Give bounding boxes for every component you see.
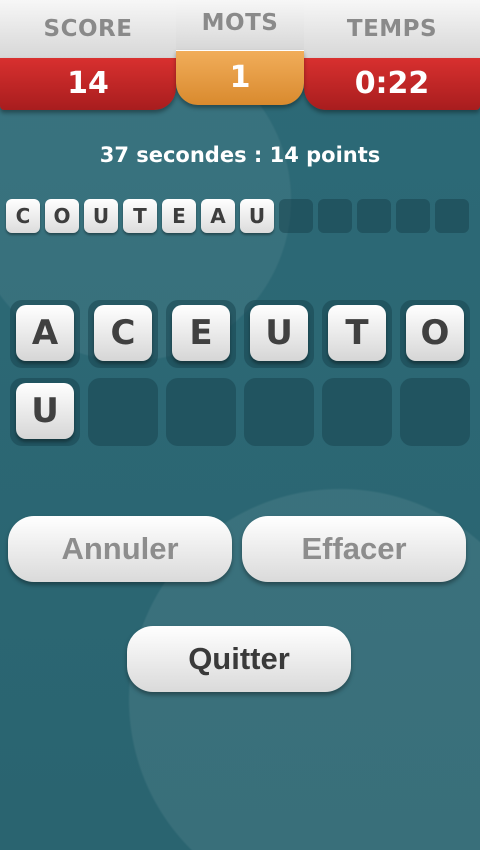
letter-slot-empty (166, 378, 236, 446)
letter-slot[interactable]: A (10, 300, 80, 368)
letter-tile[interactable]: A (16, 305, 74, 361)
quit-button[interactable]: Quitter (127, 626, 351, 692)
letter-slot-empty (244, 378, 314, 446)
status-text: 37 secondes : 14 points (99, 143, 381, 167)
word-letter: O (45, 199, 79, 233)
letter-slot-empty (400, 378, 470, 446)
word-slot-empty (357, 199, 391, 233)
word-letter: E (162, 199, 196, 233)
letter-tile[interactable]: C (94, 305, 152, 361)
letter-slot[interactable]: C (88, 300, 158, 368)
letter-tile[interactable]: O (406, 305, 464, 361)
letter-slot[interactable]: O (400, 300, 470, 368)
word-letter: C (6, 199, 40, 233)
letter-slot[interactable]: T (322, 300, 392, 368)
score-value: 14 (0, 58, 176, 110)
letter-slot-empty (88, 378, 158, 446)
letter-tile[interactable]: U (250, 305, 308, 361)
score-panel: SCORE 14 (0, 0, 176, 112)
words-value: 1 (176, 50, 304, 105)
letter-slot[interactable]: E (166, 300, 236, 368)
time-value: 0:22 (304, 58, 480, 110)
time-panel: TEMPS 0:22 (304, 0, 480, 112)
cancel-button[interactable]: Annuler (8, 516, 232, 582)
word-letter: T (123, 199, 157, 233)
letter-slot[interactable]: U (244, 300, 314, 368)
letter-tile[interactable]: U (16, 383, 74, 439)
letter-slot[interactable]: U (10, 378, 80, 446)
word-letter: A (201, 199, 235, 233)
words-panel: MOTS 1 (176, 0, 304, 105)
word-slot-empty (396, 199, 430, 233)
words-label: MOTS (176, 0, 304, 50)
word-slot-empty (279, 199, 313, 233)
score-label: SCORE (0, 0, 176, 58)
letter-tile[interactable]: T (328, 305, 386, 361)
word-slot-empty (318, 199, 352, 233)
letter-tile[interactable]: E (172, 305, 230, 361)
letter-slot-empty (322, 378, 392, 446)
word-letter: U (84, 199, 118, 233)
clear-button[interactable]: Effacer (242, 516, 466, 582)
word-letter: U (240, 199, 274, 233)
time-label: TEMPS (304, 0, 480, 58)
word-slot-empty (435, 199, 469, 233)
